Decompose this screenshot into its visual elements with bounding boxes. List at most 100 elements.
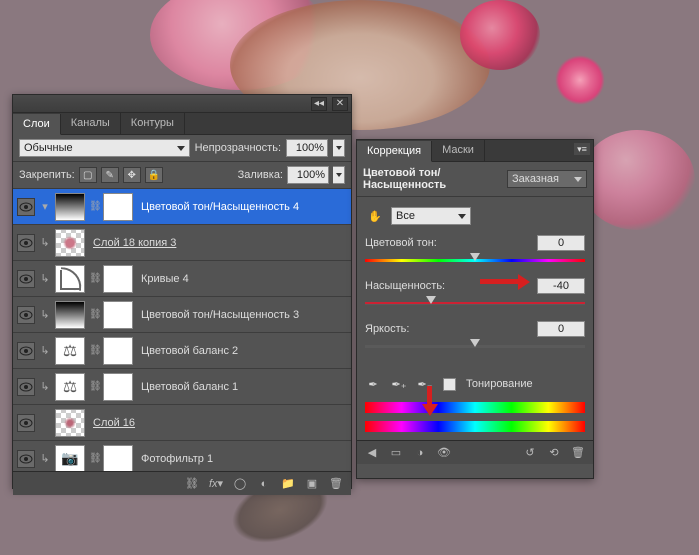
layer-name[interactable]: Цветовой баланс 1 (137, 381, 347, 393)
saturation-slider-handle[interactable] (426, 296, 436, 304)
layer-mask-thumb[interactable] (103, 265, 133, 293)
saturation-input[interactable]: -40 (537, 278, 585, 294)
visibility-toggle[interactable] (17, 450, 35, 468)
layer-mask-thumb[interactable] (103, 337, 133, 365)
source-spectrum[interactable] (365, 402, 585, 413)
layers-panel-titlebar[interactable]: ◂◂ ✕ (13, 95, 351, 113)
saturation-label: Насыщенность: (365, 280, 445, 292)
new-adjustment-icon[interactable]: ◐ (255, 476, 273, 492)
fill-input[interactable]: 100% (287, 166, 329, 184)
opacity-dropdown-icon[interactable] (333, 139, 345, 157)
tab-channels[interactable]: Каналы (61, 113, 121, 134)
layer-row[interactable]: ↳ ⛓ Цветовой тон/Насыщенность 3 (13, 297, 351, 333)
lightness-slider-handle[interactable] (470, 339, 480, 347)
view-previous-state-icon[interactable]: ↺ (521, 445, 539, 461)
close-icon[interactable]: ✕ (332, 97, 348, 111)
tab-masks[interactable]: Маски (432, 140, 485, 161)
layer-thumb-icon[interactable] (55, 265, 85, 293)
layer-name[interactable]: Фотофильтр 1 (137, 453, 347, 465)
panel-menu-icon[interactable]: ▾≡ (573, 142, 591, 156)
layer-name[interactable]: Кривые 4 (137, 273, 347, 285)
tab-layers[interactable]: Слои (13, 114, 61, 135)
layer-row[interactable]: ↳ ⛓ Кривые 4 (13, 261, 351, 297)
layer-mask-thumb[interactable] (103, 373, 133, 401)
visibility-toggle[interactable] (17, 234, 35, 252)
opacity-label: Непрозрачность: (195, 142, 281, 154)
adjustments-panel: Коррекция Маски ▾≡ Цветовой тон/Насыщенн… (356, 139, 594, 479)
channel-select[interactable]: Все (391, 207, 471, 225)
layer-name[interactable]: Цветовой баланс 2 (137, 345, 347, 357)
lightness-slider[interactable] (365, 340, 585, 352)
clip-indicator-icon: ↳ (39, 236, 51, 249)
layer-name[interactable]: Слой 18 копия 3 (89, 237, 347, 249)
saturation-slider-group: Насыщенность: -40 (365, 278, 585, 309)
layer-row[interactable]: ↳ ⛓ Фотофильтр 1 (13, 441, 351, 471)
visibility-toggle[interactable] (17, 342, 35, 360)
layers-list[interactable]: ▾ ⛓ Цветовой тон/Насыщенность 4 ↳ Слой 1… (13, 189, 351, 471)
eyedropper-icon[interactable]: ✒ (365, 376, 381, 392)
delete-layer-icon[interactable]: 🗑 (327, 476, 345, 492)
layer-row[interactable]: ↳ ⛓ Цветовой баланс 2 (13, 333, 351, 369)
new-layer-icon[interactable]: ▣ (303, 476, 321, 492)
tab-correction[interactable]: Коррекция (357, 141, 432, 162)
visibility-toggle[interactable] (17, 378, 35, 396)
layer-name[interactable]: Цветовой тон/Насыщенность 4 (137, 201, 347, 213)
visibility-toggle[interactable] (17, 306, 35, 324)
layer-row[interactable]: ↳ ⛓ Цветовой баланс 1 (13, 369, 351, 405)
blend-mode-value: Обычные (24, 142, 73, 154)
preset-select[interactable]: Заказная (507, 170, 587, 188)
layer-thumb-icon[interactable] (55, 301, 85, 329)
new-group-icon[interactable]: 📁 (279, 476, 297, 492)
layer-thumb-icon[interactable] (55, 193, 85, 221)
adjustments-bottom-bar: ◀ ▭ ◑ 👁 ↺ ⟲ 🗑 (357, 440, 593, 464)
hue-slider[interactable] (365, 254, 585, 266)
eyedropper-add-icon[interactable]: ✒₊ (391, 376, 407, 392)
return-to-list-icon[interactable]: ◀ (363, 445, 381, 461)
layer-mask-thumb[interactable] (103, 445, 133, 472)
layer-thumb-icon[interactable] (55, 409, 85, 437)
lock-all-icon[interactable]: 🔒 (145, 167, 163, 183)
fill-dropdown-icon[interactable] (333, 166, 345, 184)
layer-thumb-icon[interactable] (55, 373, 85, 401)
lock-pixels-icon[interactable]: ✎ (101, 167, 119, 183)
delete-adjustment-icon[interactable]: 🗑 (569, 445, 587, 461)
annotation-arrow (480, 275, 530, 289)
reset-icon[interactable]: ⟲ (545, 445, 563, 461)
layer-name[interactable]: Слой 16 (89, 417, 347, 429)
fx-icon[interactable]: fx▾ (207, 476, 225, 492)
layer-thumb-icon[interactable] (55, 229, 85, 257)
collapse-icon[interactable]: ◂◂ (311, 97, 327, 111)
blend-mode-select[interactable]: Обычные (19, 139, 190, 157)
visibility-toggle[interactable] (17, 414, 35, 432)
saturation-slider[interactable] (365, 297, 585, 309)
result-spectrum[interactable] (365, 421, 585, 432)
expand-icon[interactable]: ▾ (39, 200, 51, 213)
preset-value: Заказная (512, 173, 559, 185)
layer-row[interactable]: Слой 16 (13, 405, 351, 441)
layer-row[interactable]: ↳ Слой 18 копия 3 (13, 225, 351, 261)
link-icon: ⛓ (89, 201, 99, 212)
scrubby-hand-icon[interactable]: ✋ (365, 207, 385, 225)
layer-thumb-icon[interactable] (55, 337, 85, 365)
hue-input[interactable]: 0 (537, 235, 585, 251)
colorize-checkbox[interactable] (443, 378, 456, 391)
link-layers-icon[interactable]: ⛓ (183, 476, 201, 492)
lightness-input[interactable]: 0 (537, 321, 585, 337)
lock-position-icon[interactable]: ✥ (123, 167, 141, 183)
visibility-toggle[interactable] (17, 198, 35, 216)
tab-paths[interactable]: Контуры (121, 113, 185, 134)
layer-row[interactable]: ▾ ⛓ Цветовой тон/Насыщенность 4 (13, 189, 351, 225)
blend-mode-row: Обычные Непрозрачность: 100% (13, 135, 351, 162)
opacity-input[interactable]: 100% (286, 139, 328, 157)
visibility-toggle[interactable] (17, 270, 35, 288)
clip-to-layer-icon[interactable]: ◑ (411, 445, 429, 461)
lock-transparent-icon[interactable]: ▢ (79, 167, 97, 183)
hue-slider-handle[interactable] (470, 253, 480, 261)
toggle-visibility-icon[interactable]: 👁 (435, 445, 453, 461)
layer-thumb-icon[interactable] (55, 445, 85, 472)
layer-name[interactable]: Цветовой тон/Насыщенность 3 (137, 309, 347, 321)
layer-mask-thumb[interactable] (103, 193, 133, 221)
expand-view-icon[interactable]: ▭ (387, 445, 405, 461)
layer-mask-thumb[interactable] (103, 301, 133, 329)
add-mask-icon[interactable]: ◯ (231, 476, 249, 492)
